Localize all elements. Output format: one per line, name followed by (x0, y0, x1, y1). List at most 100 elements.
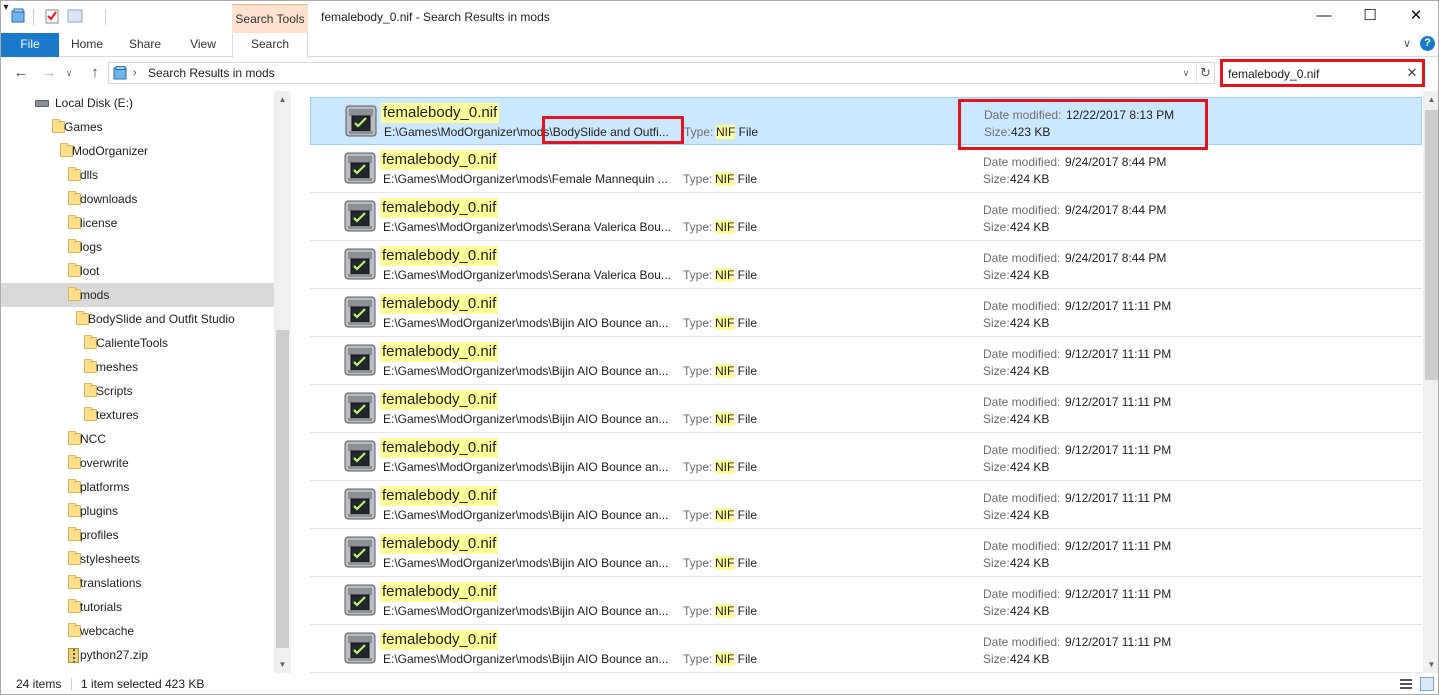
search-box[interactable]: ✕ (1220, 59, 1425, 87)
table-row[interactable]: femalebody_0.nif E:\Games\ModOrganizer\mo… (310, 625, 1422, 673)
address-bar[interactable]: › Search Results in mods ∨ ↻ (108, 62, 1215, 84)
scrollbar-thumb[interactable] (1425, 110, 1438, 380)
table-row[interactable]: femalebody_0.nif E:\Games\ModOrganizer\mo… (310, 145, 1422, 193)
table-row[interactable]: femalebody_0.nif E:\Games\ModOrganizer\mo… (310, 289, 1422, 337)
scroll-down-arrow-icon[interactable]: ▼ (274, 656, 291, 673)
table-row[interactable]: femalebody_0.nif E:\Games\ModOrganizer\mo… (310, 577, 1422, 625)
new-folder-icon[interactable] (67, 8, 83, 24)
type-label: Type: (683, 220, 713, 234)
nif-file-icon (343, 583, 377, 617)
sidebar-item[interactable]: license (1, 211, 274, 235)
sidebar-item[interactable]: plugins (1, 499, 274, 523)
sidebar-item-label: translations (80, 576, 142, 590)
tab-search[interactable]: Search (232, 33, 308, 58)
table-row[interactable]: femalebody_0.nif E:\Games\ModOrganizer\mo… (310, 385, 1422, 433)
table-row[interactable]: femalebody_0.nif E:\Games\ModOrganizer\mo… (310, 433, 1422, 481)
scroll-down-arrow-icon[interactable]: ▼ (1423, 656, 1438, 673)
nif-file-icon (343, 391, 377, 425)
details-view-icon[interactable] (1399, 677, 1413, 691)
sidebar-item[interactable]: loot (1, 259, 274, 283)
maximize-button[interactable]: ☐ (1347, 1, 1393, 33)
sidebar-item[interactable]: stylesheets (1, 547, 274, 571)
sidebar-item[interactable]: tutorials (1, 595, 274, 619)
tab-share[interactable]: Share (115, 33, 175, 57)
sidebar-item[interactable]: Games (1, 115, 274, 139)
date-label: Date modified: (983, 155, 1061, 169)
sidebar-item[interactable]: ModOrganizer (1, 139, 274, 163)
table-row[interactable]: femalebody_0.nif E:\Games\ModOrganizer\mo… (310, 529, 1422, 577)
help-icon[interactable]: ? (1420, 36, 1435, 51)
navigation-pane-scrollbar[interactable]: ▲ ▼ (274, 91, 291, 673)
breadcrumb[interactable]: Search Results in mods (148, 63, 275, 83)
sidebar-item-label: Games (64, 120, 103, 134)
sidebar-item[interactable]: translations (1, 571, 274, 595)
sidebar-item[interactable]: meshes (1, 355, 274, 379)
type-label: Type: (683, 316, 713, 330)
expand-ribbon-icon[interactable]: ∨ (1399, 35, 1415, 53)
tab-home[interactable]: Home (59, 33, 115, 57)
up-button[interactable]: ↑ (85, 64, 105, 84)
size-label: Size: (983, 316, 1010, 330)
search-input[interactable] (1228, 65, 1398, 82)
sidebar-item[interactable]: mods (1, 283, 274, 307)
sidebar-item-label: mods (80, 288, 110, 302)
file-path: E:\Games\ModOrganizer\mods\Bijin AIO Bou… (383, 364, 669, 378)
back-button[interactable]: ← (11, 64, 31, 84)
date-label: Date modified: (984, 108, 1062, 122)
table-row[interactable]: femalebody_0.nif E:\Games\ModOrganizer\mo… (310, 481, 1422, 529)
date-value: 9/24/2017 8:44 PM (1065, 251, 1167, 265)
sidebar-item-label: plugins (80, 504, 119, 518)
sidebar-item[interactable]: profiles (1, 523, 274, 547)
sidebar-item[interactable]: Local Disk (E:) (1, 91, 274, 115)
file-name: femalebody_0.nif (380, 294, 499, 314)
size-value: 424 KB (1010, 652, 1050, 666)
scroll-up-arrow-icon[interactable]: ▲ (274, 91, 291, 108)
clear-search-icon[interactable]: ✕ (1404, 64, 1420, 82)
forward-button[interactable]: → (39, 64, 59, 84)
large-icons-view-icon[interactable] (1420, 677, 1434, 691)
refresh-icon[interactable]: ↻ (1196, 63, 1214, 83)
table-row[interactable]: femalebody_0.nif E:\Games\ModOrganizer\mo… (310, 337, 1422, 385)
address-dropdown-icon[interactable]: ∨ (1178, 63, 1194, 83)
type-label: Type: (683, 604, 713, 618)
type-label: Type: (683, 556, 713, 570)
file-name: femalebody_0.nif (381, 103, 500, 123)
tab-file[interactable]: File (1, 33, 59, 57)
sidebar-item-label: logs (80, 240, 103, 254)
table-row[interactable]: femalebody_0.nif E:\Games\ModOrganizer\mo… (310, 241, 1422, 289)
table-row[interactable]: femalebody_0.nif E:\Games\ModOrganizer\mo… (310, 97, 1422, 145)
scroll-up-arrow-icon[interactable]: ▲ (1423, 91, 1438, 108)
breadcrumb-chevron-icon[interactable]: › (133, 63, 137, 83)
minimize-button[interactable]: — (1301, 1, 1347, 33)
results-scrollbar[interactable]: ▲ ▼ (1423, 91, 1438, 673)
size-label: Size: (983, 172, 1010, 186)
type-rest: File (734, 364, 758, 378)
type-label: Type: (683, 172, 713, 186)
sidebar-item[interactable]: webcache (1, 619, 274, 643)
size-value: 424 KB (1010, 316, 1050, 330)
table-row[interactable]: femalebody_0.nif E:\Games\ModOrganizer\mo… (310, 193, 1422, 241)
sidebar-item[interactable]: overwrite (1, 451, 274, 475)
type-value: NIF File (715, 459, 757, 475)
file-explorer-icon[interactable] (10, 8, 26, 24)
sidebar-item[interactable]: Scripts (1, 379, 274, 403)
sidebar-item[interactable]: NCC (1, 427, 274, 451)
close-button[interactable]: ✕ (1393, 1, 1438, 33)
sidebar-item[interactable]: CalienteTools (1, 331, 274, 355)
scrollbar-thumb[interactable] (276, 330, 289, 648)
tab-view[interactable]: View (175, 33, 231, 57)
sidebar-item[interactable]: textures (1, 403, 274, 427)
nif-file-icon (343, 295, 377, 329)
sidebar-item[interactable]: logs (1, 235, 274, 259)
sidebar-item-label: NCC (80, 432, 106, 446)
sidebar-item[interactable]: BodySlide and Outfit Studio (1, 307, 274, 331)
size-value: 424 KB (1010, 460, 1050, 474)
file-name: femalebody_0.nif (380, 342, 499, 362)
sidebar-item[interactable]: python27.zip (1, 643, 274, 667)
sidebar-item[interactable]: dlls (1, 163, 274, 187)
sidebar-item-label: python27.zip (80, 648, 149, 662)
recent-locations-dropdown[interactable]: ∨ (63, 64, 75, 84)
sidebar-item[interactable]: downloads (1, 187, 274, 211)
sidebar-item[interactable]: platforms (1, 475, 274, 499)
properties-icon[interactable] (44, 8, 60, 24)
